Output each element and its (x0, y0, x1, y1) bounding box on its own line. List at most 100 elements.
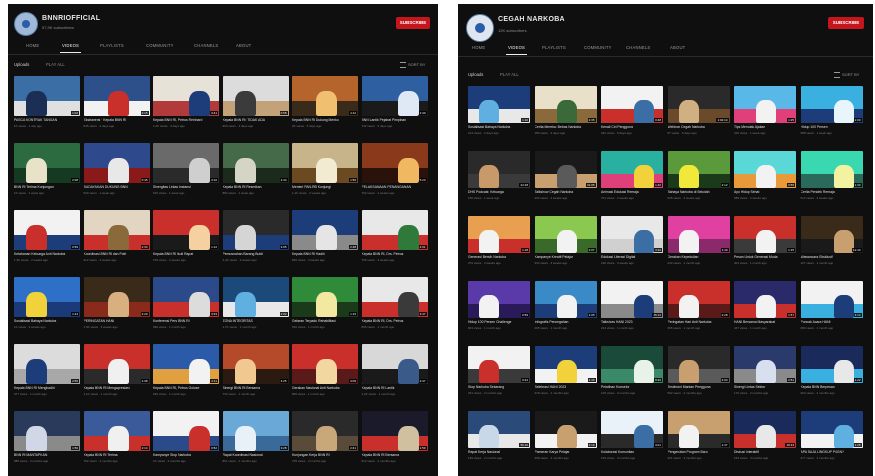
video-thumbnail[interactable]: 1:30 (361, 76, 428, 116)
video-title[interactable]: Kepala BNN RI Mengapresiasi (84, 386, 150, 390)
video-card[interactable]: 3:05 Pemusnahan Barang Bukti 2,4K views · … (222, 210, 289, 275)
video-title[interactable]: Stop Narkoba Sekarang (468, 385, 530, 389)
video-thumbnail[interactable]: 2:48 (292, 210, 358, 250)
video-card[interactable]: 24:18 DHS Podcast: Keluarga 156 views · 1 … (468, 151, 530, 214)
video-card[interactable]: 18:33 Diskusi Interaktif 164 views · 3 mon… (734, 411, 796, 474)
video-card[interactable]: 1:02 PASCA KONTRAK TANGAN 1K views · 1 day… (14, 76, 80, 141)
video-thumbnail[interactable]: 3:14 (800, 281, 863, 318)
video-title[interactable]: Pelatihan Konselor (601, 385, 663, 389)
video-thumbnail[interactable]: 4:01 (361, 210, 428, 250)
video-card[interactable]: 1:44 Sosialisasi Bahaya Narkoba 1K views ·… (14, 277, 80, 342)
video-card[interactable]: 31:05 Talkshow Cegah Narkoba 203 views · 2… (534, 151, 597, 214)
video-title[interactable]: Rapat Koordinasi Nasional (223, 453, 289, 457)
video-thumbnail[interactable]: 1:36 (534, 346, 597, 383)
video-thumbnail[interactable]: 3:33 (153, 277, 219, 317)
video-card[interactable]: 3:09 Gerakan Nasional Anti Narkoba 895 vie… (292, 344, 358, 409)
video-title[interactable]: Rapat Kerja Nasional (468, 450, 530, 454)
video-thumbnail[interactable]: 2:35 (534, 86, 597, 123)
video-thumbnail[interactable]: 0:58 (222, 76, 289, 116)
video-card[interactable]: 2:28 Peringatan Hari Anti Narkoba 356 view… (667, 281, 730, 344)
video-title[interactable]: Infografis Pencegahan (535, 320, 597, 324)
video-card[interactable]: 1:57 HANI Bersama Masyarakat 447 views · 1… (734, 281, 796, 344)
video-title[interactable]: Gelaran Terpadu Rehabilitasi (292, 319, 358, 323)
video-title[interactable]: Sosialisasi Bahaya Narkoba (14, 319, 80, 323)
video-title[interactable]: Kampanye Kreatif Pelajar (535, 255, 597, 259)
left-tab-home[interactable]: HOME (26, 43, 39, 48)
video-title[interactable]: Kolaborasi Komunitas (601, 450, 663, 454)
video-thumbnail[interactable]: 4:25 (222, 344, 289, 384)
video-thumbnail[interactable]: 2:12 (667, 151, 730, 188)
video-thumbnail[interactable]: 4:03 (667, 346, 730, 383)
video-title[interactable]: Kenali Ciri Pengguna (601, 125, 663, 129)
video-thumbnail[interactable]: 1:18 (468, 216, 530, 253)
video-card[interactable]: 1:22 Kepala BNN Berpesan 264 views · 2 mon… (800, 346, 863, 409)
video-thumbnail[interactable]: 31:05 (534, 151, 597, 188)
video-thumbnail[interactable]: 1:56 (292, 143, 358, 183)
video-card[interactable]: 1:25 Tips Menolak Ajakan 410 views · 1 wee… (734, 86, 796, 149)
left-tab-videos[interactable]: VIDEOS (59, 43, 82, 53)
video-thumbnail[interactable]: 2:07 (534, 216, 597, 253)
video-thumbnail[interactable]: 2:02 (222, 277, 289, 317)
video-title[interactable]: Kepala BNN RI Hadiri (292, 252, 358, 256)
video-card[interactable]: 4:01 Kepala BNN RI, Drs. Petrus 759 views … (361, 210, 428, 275)
video-card[interactable]: 1:05 Infografis Pencegahan 295 views · 1 m… (534, 281, 597, 344)
video-card[interactable]: 3:28 Rapat Koordinasi Nasional 861 views ·… (222, 411, 289, 476)
video-title[interactable]: Selebrasi HANI 2023 (535, 385, 597, 389)
video-title[interactable]: Menteri PAN-RB Kunjungi (292, 185, 358, 189)
video-card[interactable]: 2:08 BNN RI Terima Kunjungan 1K views · 1 … (14, 143, 80, 208)
video-title[interactable]: Ekstraversi · Kepala BNN RI (84, 118, 150, 122)
video-card[interactable]: 45:12 Talkshow HANI 2023 212 views · 1 mon… (601, 281, 663, 344)
video-card[interactable]: 0:52 Kampanye Stop Narkoba 1K views · 2 mo… (153, 411, 219, 476)
left-tab-community[interactable]: COMMUNITY (146, 43, 174, 48)
video-thumbnail[interactable]: 3:10 (153, 143, 219, 183)
video-title[interactable]: BNN RI MANTAPKAN (14, 453, 80, 457)
video-thumbnail[interactable]: 2:37 (361, 344, 428, 384)
video-thumbnail[interactable]: 2:15 (83, 76, 150, 116)
video-card[interactable]: 4:03 Testimoni Mantan Pengguna 502 views ·… (667, 346, 730, 409)
right-tab-videos[interactable]: VIDEOS (505, 45, 528, 55)
right-subscribe-button[interactable]: SUBSCRIBE (828, 17, 864, 29)
video-card[interactable]: 0:48 Kenali Ciri Pengguna 322 views · 5 da… (601, 86, 663, 149)
video-thumbnail[interactable]: 1:15 (292, 277, 358, 317)
video-thumbnail[interactable]: 2:28 (667, 281, 730, 318)
video-card[interactable]: 2:11 Kepala BNN RI, Petrus Golose 640 view… (153, 344, 219, 409)
video-title[interactable]: Animasi Edukasi Remaja (601, 190, 663, 194)
video-card[interactable]: 3:01 Kolaborasi Komunitas 193 views · 3 mo… (601, 411, 663, 474)
video-card[interactable]: 0:45 BUDAYAKAN DUKUNG BNN 540 views · 1 we… (83, 143, 150, 208)
video-thumbnail[interactable]: 2:19 (534, 411, 597, 448)
left-sort-by-button[interactable]: SORT BY (400, 62, 425, 68)
video-card[interactable]: 0:55 Ayo Hidup Sehat 389 views · 2 weeks a… (734, 151, 796, 214)
video-card[interactable]: 1:12 Kepala BNN RI Ikuti Rapat 678 views ·… (153, 210, 219, 275)
video-title[interactable]: Cerita Mereka: Bebas Narkoba (535, 125, 597, 129)
video-card[interactable]: 1:33 Cerita Pendek Remaja 512 views · 3 we… (800, 151, 863, 214)
video-thumbnail[interactable]: 2:41 (292, 411, 358, 451)
video-thumbnail[interactable]: 1:12 (153, 210, 219, 250)
video-title[interactable]: Bahaya Narkoba di Sekolah (668, 190, 730, 194)
video-title[interactable]: APA SAJA LINGKUP P4GN? (801, 450, 863, 454)
video-card[interactable]: 2:14 Kepala BNN RI Terima 702 views · 2 mo… (83, 411, 150, 476)
video-card[interactable]: 1:02:14 Webinar Cegah Narkoba 97 views · 6… (667, 86, 730, 149)
video-card[interactable]: 1:15 Pesan Untuk Generasi Muda 401 views ·… (734, 216, 796, 279)
video-title[interactable]: Kepala BNN RI: TIDAK ADA (223, 118, 289, 122)
video-title[interactable]: Kepala BNN RI Bersama (362, 453, 428, 457)
video-card[interactable]: 2:41 Kunjungan Kerja BNN RI 745 views · 2 … (292, 411, 358, 476)
video-title[interactable]: Sinergitas Lintas Instansi (153, 185, 219, 189)
video-title[interactable]: Kampanye Stop Narkoba (153, 453, 219, 457)
video-thumbnail[interactable]: 0:45 (83, 143, 150, 183)
video-title[interactable]: BNN RI Terima Kunjungan (14, 185, 80, 189)
video-title[interactable]: PASCA KONTRAK TANGAN (14, 118, 80, 122)
video-card[interactable]: 2:20 PERINGATAN HANI 1,5K views · 3 weeks … (83, 277, 150, 342)
video-card[interactable]: 2:51 Sinergi Lintas Sektor 176 views · 2 m… (734, 346, 796, 409)
video-title[interactable]: Kepala BNN RI Terima (84, 453, 150, 457)
video-card[interactable]: 1:36 Selebrasi HANI 2023 318 views · 2 mon… (534, 346, 597, 409)
video-thumbnail[interactable]: 0:52 (153, 411, 219, 451)
video-card[interactable]: 0:58 Kepala BNN RI: TIDAK ADA 960 views · … (222, 76, 289, 141)
video-thumbnail[interactable]: 1:22 (800, 346, 863, 383)
video-title[interactable]: Kunjungan Kerja BNN RI (292, 453, 358, 457)
video-card[interactable]: 2:02 ZONA INTEGRITAS 1,7K views · 1 month … (222, 277, 289, 342)
video-thumbnail[interactable]: 1:28 (800, 411, 863, 448)
video-card[interactable]: 2:19 Pameran Karya Pelajar 208 views · 3 m… (534, 411, 597, 474)
video-title[interactable]: BUDAYAKAN DUKUNG BNN (84, 185, 150, 189)
video-thumbnail[interactable]: 1:02 (14, 76, 80, 116)
video-thumbnail[interactable]: 5:20 (361, 143, 428, 183)
